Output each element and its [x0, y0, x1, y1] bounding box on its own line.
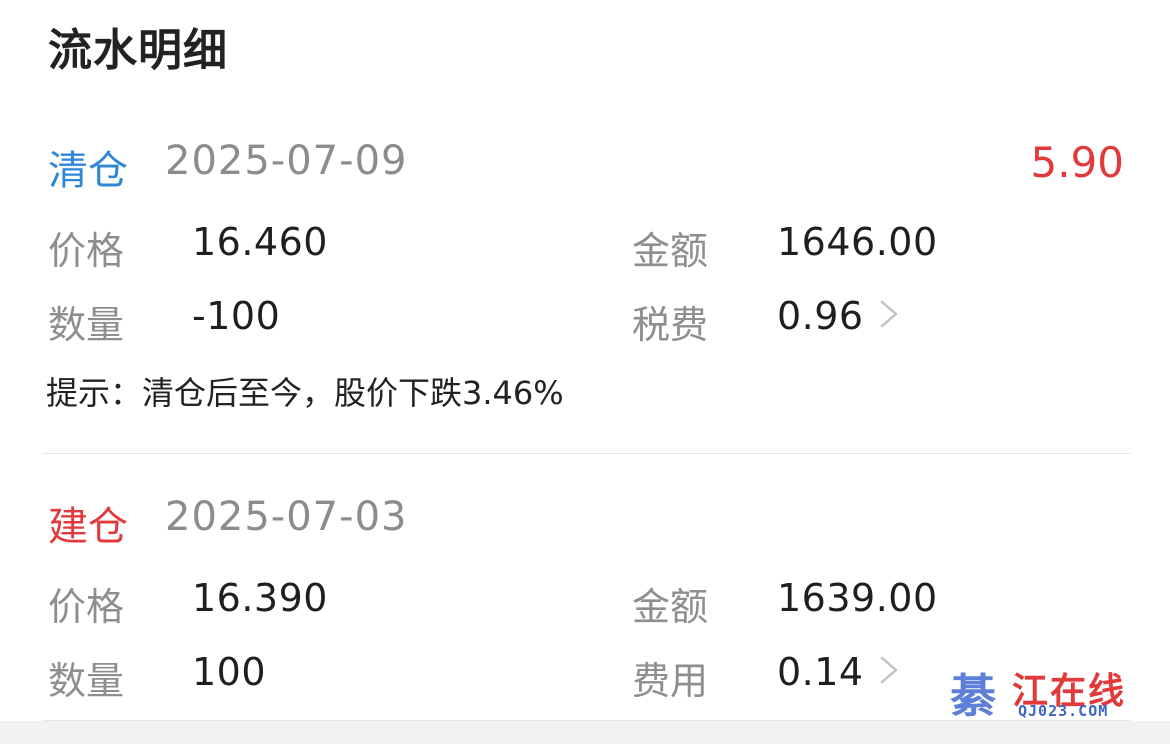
quantity-label: 数量 [48, 659, 125, 703]
quantity-value: -100 [192, 294, 281, 338]
price-value: 16.460 [192, 220, 328, 264]
price-label: 价格 [48, 585, 125, 629]
fee-value[interactable]: 0.14 [777, 650, 864, 694]
watermark-domain: QJ023.COM [1018, 702, 1109, 720]
watermark-logo: 綦 江在线 QJ023.COM [950, 660, 1155, 723]
divider [42, 453, 1130, 454]
transaction-type: 建仓 [48, 504, 128, 550]
price-value: 16.390 [192, 576, 328, 620]
amount-value: 1646.00 [777, 220, 938, 264]
transaction-type: 清仓 [48, 148, 128, 194]
transaction-date: 2025-07-03 [165, 494, 408, 540]
chevron-right-icon[interactable] [876, 650, 902, 690]
price-label: 价格 [48, 229, 125, 273]
transaction-detail-page: 流水明细 清仓 2025-07-09 5.90 价格 16.460 金额 164… [0, 0, 1170, 744]
fee-value[interactable]: 0.96 [777, 294, 864, 338]
amount-value: 1639.00 [777, 576, 938, 620]
fee-label[interactable]: 税费 [632, 294, 708, 349]
fee-label[interactable]: 费用 [632, 650, 708, 705]
chevron-right-icon[interactable] [876, 294, 902, 334]
amount-label: 金额 [632, 229, 709, 273]
quantity-label: 数量 [48, 303, 125, 347]
transaction-date: 2025-07-09 [165, 138, 408, 184]
watermark-char: 綦 [950, 669, 996, 723]
quantity-value: 100 [192, 650, 267, 694]
amount-label: 金额 [632, 585, 709, 629]
tip-text: 提示：清仓后至今，股价下跌3.46% [46, 374, 564, 412]
transaction-profit: 5.90 [1030, 138, 1124, 187]
page-title: 流水明细 [48, 25, 228, 76]
